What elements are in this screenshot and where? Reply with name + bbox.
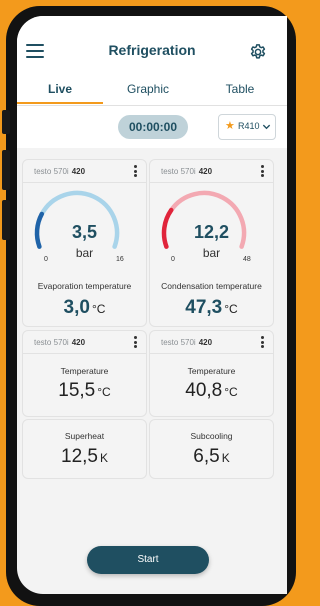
app-screen: Refrigeration Live Graphic Table 00:00:0… <box>17 16 287 594</box>
tab-live[interactable]: Live <box>17 78 103 104</box>
card-header: testo 570i 420 <box>23 160 146 183</box>
star-icon: ★ <box>225 120 235 132</box>
page-title: Refrigeration <box>108 42 196 58</box>
condensation-pressure-value: 12,2 <box>193 222 230 242</box>
device-name: testo 570i <box>161 167 196 176</box>
device-id: 420 <box>198 338 213 347</box>
card-header: testo 570i 420 <box>150 160 273 183</box>
evaporation-temperature-value: 3,0 <box>63 297 90 318</box>
more-options-icon[interactable] <box>261 165 265 177</box>
card-header: testo 570i 420 <box>150 331 273 354</box>
temperature-unit: °C <box>224 385 238 399</box>
evaporation-temperature-label: Evaporation temperature <box>37 281 132 291</box>
evaporation-pressure-value: 3,5 <box>71 222 98 242</box>
device-name: testo 570i <box>34 167 69 176</box>
tab-graphic[interactable]: Graphic <box>105 78 191 104</box>
evaporation-temperature-unit: °C <box>91 302 106 316</box>
condensation-temperature-label: Condensation temperature <box>161 281 262 291</box>
gauge-max: 48 <box>243 256 251 263</box>
condensation-temperature-value: 47,3 <box>185 297 223 318</box>
gauge-min: 0 <box>171 256 175 263</box>
tab-table[interactable]: Table <box>197 78 283 104</box>
device-name: testo 570i <box>161 338 196 347</box>
temperature-label: Temperature <box>60 366 109 376</box>
more-options-icon[interactable] <box>261 336 265 348</box>
refrigerant-selector[interactable]: ★ R410 <box>218 114 276 140</box>
more-options-icon[interactable] <box>134 165 138 177</box>
temperature-unit: °C <box>97 385 111 399</box>
card-header: testo 570i 420 <box>23 331 146 354</box>
chevron-down-icon <box>262 124 271 130</box>
device-id: 420 <box>71 338 86 347</box>
timer-row: 00:00:00 ★ R410 <box>17 106 287 148</box>
evaporation-pressure-card[interactable]: testo 570i 420 3,5 bar 0 16 Evaporation t… <box>22 159 147 327</box>
condensation-pressure-unit: bar <box>202 246 221 260</box>
superheat-value: 12,5 <box>61 446 98 467</box>
superheat-card[interactable]: Superheat 12,5 K <box>22 419 147 479</box>
gear-icon[interactable] <box>249 43 267 61</box>
timer-display: 00:00:00 <box>118 115 188 139</box>
temperature-value: 40,8 <box>185 380 223 401</box>
device-id: 420 <box>198 167 213 176</box>
temperature-card-1[interactable]: testo 570i 420 Temperature 15,5 °C <box>22 330 147 417</box>
gauge-min: 0 <box>44 256 48 263</box>
condensation-pressure-card[interactable]: testo 570i 420 12,2 bar 0 48 Condensation… <box>149 159 274 327</box>
top-bar: Refrigeration Live Graphic Table <box>17 16 287 106</box>
more-options-icon[interactable] <box>134 336 138 348</box>
subcooling-label: Subcooling <box>190 431 233 441</box>
active-tab-indicator <box>17 102 103 104</box>
temperature-card-2[interactable]: testo 570i 420 Temperature 40,8 °C <box>149 330 274 417</box>
device-name: testo 570i <box>34 338 69 347</box>
side-button-middle <box>2 150 10 190</box>
superheat-unit: K <box>99 451 108 465</box>
refrigerant-value: R410 <box>238 121 260 131</box>
condensation-temperature-unit: °C <box>224 302 238 316</box>
side-button-lower <box>2 200 10 240</box>
start-button[interactable]: Start <box>87 546 209 574</box>
subcooling-value: 6,5 <box>193 446 220 467</box>
gauge-max: 16 <box>116 256 124 263</box>
device-id: 420 <box>71 167 86 176</box>
subcooling-unit: K <box>221 451 230 465</box>
temperature-label: Temperature <box>187 366 236 376</box>
subcooling-card[interactable]: Subcooling 6,5 K <box>149 419 274 479</box>
side-button-upper <box>2 110 10 134</box>
superheat-label: Superheat <box>64 431 105 441</box>
evaporation-pressure-unit: bar <box>75 246 94 260</box>
temperature-value: 15,5 <box>58 380 96 401</box>
